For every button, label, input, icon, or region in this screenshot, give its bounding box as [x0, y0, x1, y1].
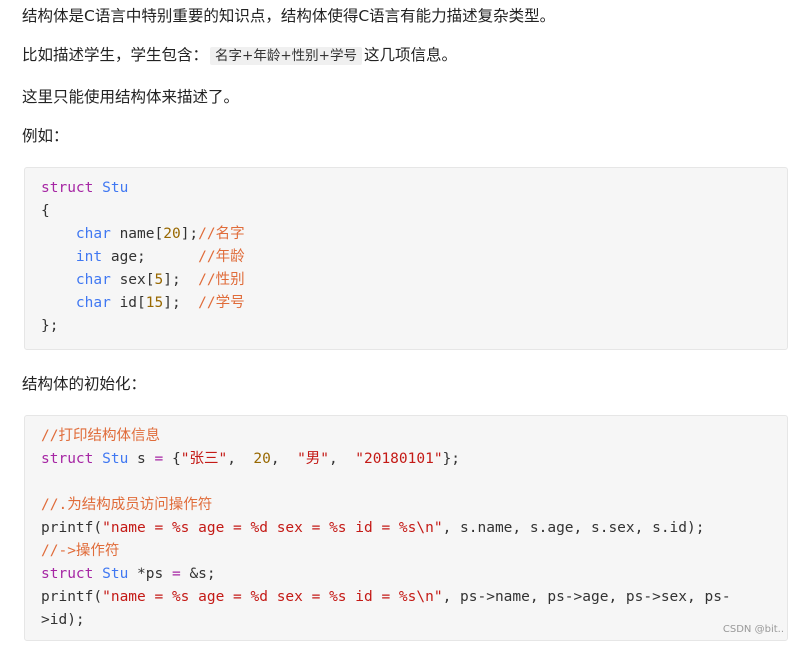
code-line: printf("name = %s age = %d sex = %s id =…	[41, 586, 731, 609]
struct-only-paragraph: 这里只能使用结构体来描述了。	[22, 88, 240, 106]
code-line: char sex[5]; //性别	[41, 269, 245, 292]
code-text: };	[442, 451, 461, 467]
example-label: 例如：	[22, 127, 69, 145]
operator: =	[171, 566, 181, 582]
number: 20	[253, 451, 271, 467]
operator: =	[154, 451, 164, 467]
type-name: Stu	[102, 451, 129, 467]
code-text: id[	[110, 295, 146, 311]
intro-paragraph: 结构体是C语言中特别重要的知识点，结构体使得C语言有能力描述复杂类型。	[22, 7, 556, 25]
keyword: char	[75, 272, 111, 288]
comment: //->操作符	[41, 543, 120, 559]
code-text: age;	[102, 249, 199, 265]
function-call: printf(	[41, 589, 103, 605]
csdn-watermark: CSDN @bit..	[722, 624, 784, 635]
brace: {	[41, 203, 50, 219]
keyword: int	[75, 249, 103, 265]
string: "name = %s age = %d sex = %s id = %s\n"	[102, 520, 443, 536]
number: 20	[163, 226, 181, 242]
keyword: struct	[41, 566, 94, 582]
keyword: char	[75, 226, 111, 242]
struct-definition-code-block: struct Stu { char name[20];//名字 int age;…	[24, 167, 788, 350]
code-text: ];	[163, 272, 199, 288]
code-line: char name[20];//名字	[41, 223, 245, 246]
function-call: printf(	[41, 520, 103, 536]
string: "男"	[297, 451, 330, 467]
code-line: struct Stu s = {"张三", 20, "男", "20180101…	[41, 448, 460, 471]
code-text: ];	[163, 295, 199, 311]
comment: //.为结构成员访问操作符	[41, 497, 213, 513]
paragraph-text: 比如描述学生，学生包含：	[22, 46, 209, 64]
code-text: ,	[270, 451, 298, 467]
student-fields-paragraph: 比如描述学生，学生包含： 名字+年龄+性别+学号 这几项信息。	[22, 44, 457, 67]
code-line: printf("name = %s age = %d sex = %s id =…	[41, 517, 704, 540]
code-line: //.为结构成员访问操作符	[41, 494, 212, 517]
keyword: struct	[41, 451, 94, 467]
initialization-heading: 结构体的初始化：	[22, 375, 147, 393]
keyword: char	[75, 295, 111, 311]
inline-code: 名字+年龄+性别+学号	[210, 47, 362, 65]
code-text: name[	[110, 226, 164, 242]
code-text: ];	[180, 226, 199, 242]
initialization-code-block: //打印结构体信息 struct Stu s = {"张三", 20, "男",…	[24, 415, 788, 641]
code-text: , ps->name, ps->age, ps->sex, ps-	[442, 589, 731, 605]
number: 15	[145, 295, 164, 311]
code-text: {	[163, 451, 181, 467]
code-line: {	[41, 200, 50, 223]
comment: //名字	[198, 226, 245, 242]
code-line: char id[15]; //学号	[41, 292, 245, 315]
code-text: ,	[329, 451, 356, 467]
code-text: s	[128, 451, 155, 467]
code-text: >id);	[41, 612, 85, 628]
code-line: };	[41, 315, 58, 338]
code-line: //打印结构体信息	[41, 425, 160, 448]
number: 5	[154, 272, 164, 288]
comment: //学号	[198, 295, 245, 311]
string: "name = %s age = %d sex = %s id = %s\n"	[102, 589, 443, 605]
type-name: Stu	[102, 566, 129, 582]
code-line: int age; //年龄	[41, 246, 245, 269]
code-line: struct Stu	[41, 177, 128, 200]
code-text: , s.name, s.age, s.sex, s.id);	[442, 520, 705, 536]
comment: //打印结构体信息	[41, 428, 160, 444]
code-line: //->操作符	[41, 540, 119, 563]
paragraph-text: 这几项信息。	[363, 46, 457, 64]
string: "张三"	[180, 451, 228, 467]
comment: //年龄	[198, 249, 245, 265]
code-line: struct Stu *ps = &s;	[41, 563, 216, 586]
code-text: ,	[227, 451, 254, 467]
type-name: Stu	[102, 180, 129, 196]
code-line: >id);	[41, 609, 85, 632]
string: "20180101"	[355, 451, 443, 467]
code-text: &s;	[180, 566, 216, 582]
brace: };	[41, 318, 59, 334]
comment: //性别	[198, 272, 245, 288]
code-text: sex[	[110, 272, 155, 288]
code-text: *ps	[128, 566, 172, 582]
keyword: struct	[41, 180, 94, 196]
